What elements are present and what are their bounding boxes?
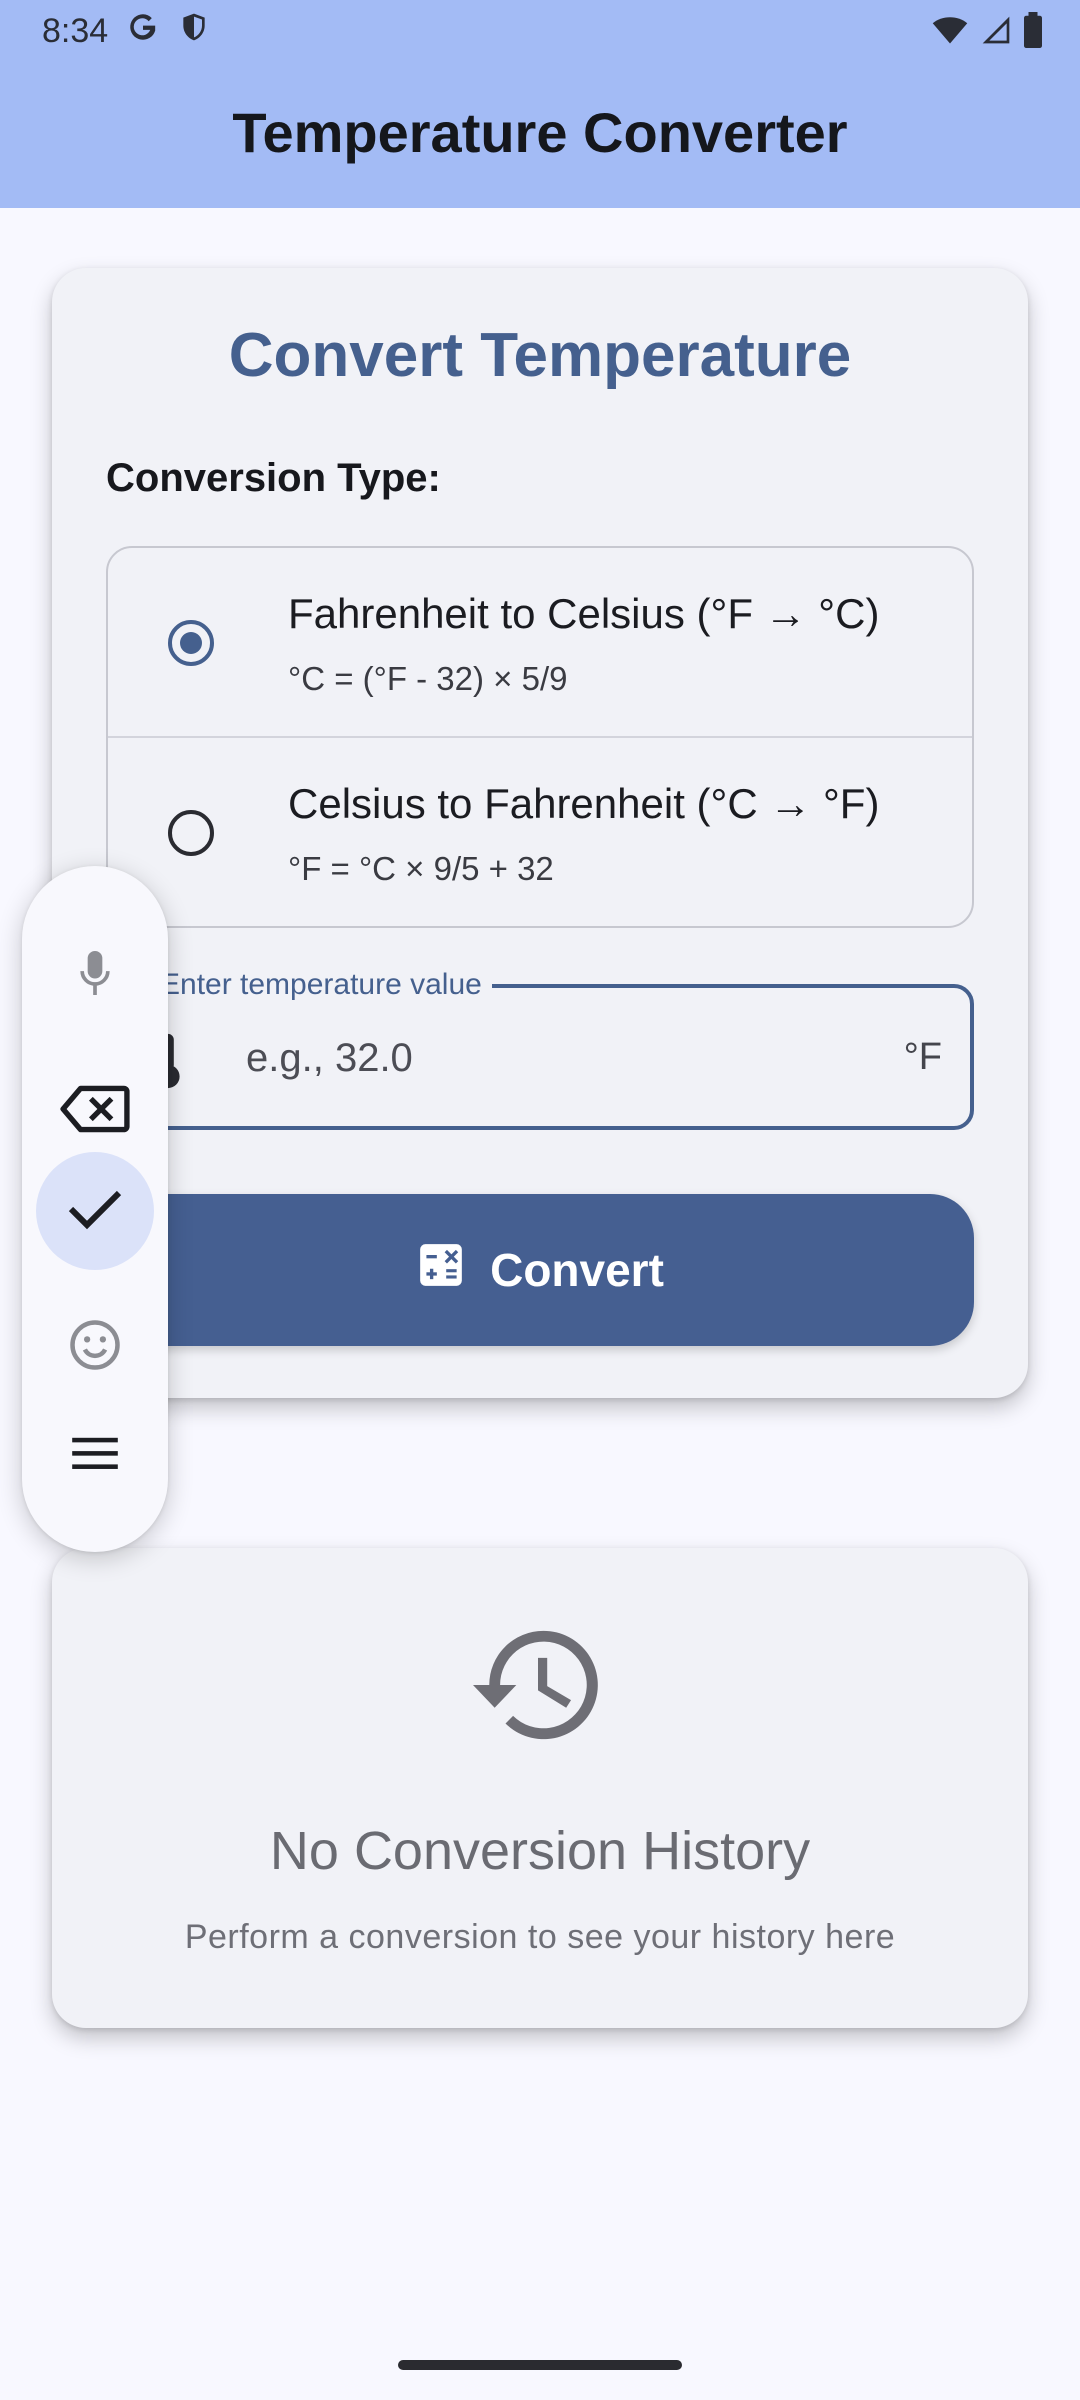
history-empty-subtitle: Perform a conversion to see your history…: [184, 1918, 896, 1956]
temperature-input-label: Enter temperature value: [150, 968, 492, 1002]
radio-f-to-c[interactable]: [168, 620, 214, 666]
calculator-icon: [416, 1240, 466, 1301]
backspace-icon: [60, 1083, 130, 1140]
history-card: No Conversion History Perform a conversi…: [52, 1548, 1028, 2028]
temperature-input[interactable]: [246, 1018, 846, 1098]
emoji-button[interactable]: [36, 1288, 154, 1406]
wifi-icon: [930, 12, 970, 57]
app-bar: 8:34 Temperature Converter: [0, 0, 1080, 208]
history-icon: [462, 1620, 614, 1755]
floating-toolbar: [22, 866, 168, 1552]
conversion-type-label: Conversion Type:: [106, 456, 441, 500]
menu-button[interactable]: [36, 1396, 154, 1514]
gesture-handle[interactable]: [398, 2360, 682, 2370]
option-c-to-f[interactable]: Celsius to Fahrenheit (°C → °F) °F = °C …: [108, 738, 972, 926]
google-icon: [126, 10, 160, 53]
temperature-input-container[interactable]: Enter temperature value °F: [106, 968, 974, 1130]
conversion-type-group: Fahrenheit to Celsius (°F → °C) °C = (°F…: [106, 546, 974, 928]
signal-icon: [980, 13, 1012, 56]
status-bar: 8:34: [0, 0, 1080, 62]
option-c-to-f-label: Celsius to Fahrenheit (°C → °F): [288, 780, 880, 827]
microphone-icon: [73, 947, 117, 1004]
radio-c-to-f[interactable]: [168, 810, 214, 856]
status-time: 8:34: [42, 11, 109, 50]
convert-button[interactable]: Convert: [106, 1194, 974, 1346]
done-button[interactable]: [36, 1152, 154, 1270]
option-f-to-c-label: Fahrenheit to Celsius (°F → °C): [288, 590, 880, 637]
option-f-to-c[interactable]: Fahrenheit to Celsius (°F → °C) °C = (°F…: [108, 548, 972, 738]
unit-suffix: °F: [903, 1036, 942, 1078]
app-title: Temperature Converter: [232, 101, 848, 164]
converter-title: Convert Temperature: [228, 321, 852, 390]
battery-icon: [1022, 12, 1044, 57]
history-empty-title: No Conversion History: [269, 1821, 811, 1881]
microphone-button[interactable]: [36, 916, 154, 1034]
emoji-icon: [68, 1318, 122, 1377]
option-c-to-f-formula: °F = °C × 9/5 + 32: [288, 850, 554, 887]
convert-button-label: Convert: [490, 1244, 664, 1296]
check-icon: [67, 1187, 123, 1236]
option-f-to-c-formula: °C = (°F - 32) × 5/9: [288, 660, 568, 697]
menu-icon: [70, 1434, 120, 1477]
converter-card: Convert Temperature Conversion Type: Fah…: [52, 268, 1028, 1398]
shield-icon: [178, 10, 210, 53]
